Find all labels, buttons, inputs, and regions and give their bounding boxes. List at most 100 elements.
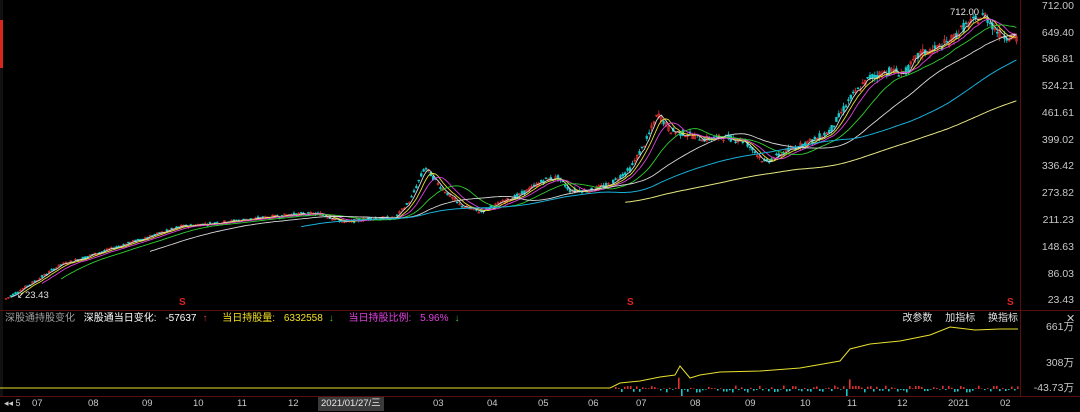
- candle-body: [835, 116, 838, 122]
- candle-body: [170, 227, 173, 230]
- holding-change-bar: [987, 388, 989, 389]
- time-axis[interactable]: ◂◂ 5 07 08 09 10 11 12 2021/01/27/三 03 0…: [0, 396, 1080, 412]
- holding-change-bar: [909, 386, 911, 389]
- candle-body: [945, 41, 949, 43]
- holding-change-bar: [633, 389, 635, 392]
- candle-body: [539, 180, 543, 183]
- holding-change-bar: [813, 387, 815, 389]
- price-tick: 336.42: [1041, 160, 1074, 172]
- holding-change-bar: [684, 389, 686, 390]
- candle-body: [1005, 38, 1009, 41]
- holding-change-bar: [999, 389, 1001, 392]
- holding-change-bar: [762, 389, 764, 391]
- candle-body: [823, 132, 826, 136]
- holding-change-bar: [882, 389, 884, 391]
- candle-body: [614, 178, 617, 180]
- candle-body: [933, 45, 937, 49]
- period-low-label: ↙23.43: [17, 290, 49, 301]
- holding-change-bar: [978, 385, 980, 389]
- candle-body: [662, 120, 665, 125]
- candle-body: [827, 130, 831, 134]
- holding-amount-value: 6332558: [283, 313, 323, 324]
- holding-change-bar: [651, 386, 653, 389]
- holding-change-bar: [792, 386, 794, 389]
- holding-change-bar: [795, 386, 797, 389]
- candle-body: [136, 238, 140, 241]
- candle-body: [849, 94, 853, 99]
- candle-body: [837, 113, 841, 118]
- candle-body: [460, 205, 464, 208]
- daily-change-value: -57637: [165, 313, 197, 324]
- holding-change-bar: [690, 387, 692, 389]
- candlestick-chart[interactable]: [0, 0, 1020, 310]
- holding-change-bar: [798, 389, 800, 391]
- arrow-up-icon: ↑: [202, 313, 208, 324]
- month-label: 12: [288, 398, 299, 409]
- candle-body: [50, 269, 53, 271]
- add-indicator-button[interactable]: 加指标: [945, 313, 975, 324]
- candle-body: [698, 139, 701, 141]
- holding-change-bar: [897, 389, 899, 392]
- holding-change-bar: [768, 389, 770, 392]
- holding-change-bar: [885, 385, 887, 389]
- candlestick-panel[interactable]: 712.00 ↙23.43 S S S 712.00 649.40 586.81…: [0, 0, 1080, 310]
- holding-change-bar: [912, 388, 914, 389]
- month-label: 08: [690, 398, 701, 409]
- switch-indicator-button[interactable]: 换指标: [988, 313, 1018, 324]
- price-tick: 148.63: [1041, 241, 1074, 253]
- holding-change-bar: [858, 386, 860, 389]
- holding-change-bar: [924, 389, 926, 392]
- price-tick: 524.21: [1041, 80, 1074, 92]
- holding-change-bar: [810, 389, 812, 392]
- candle-body: [995, 31, 999, 34]
- holding-change-bar: [663, 388, 665, 389]
- indicator-axis[interactable]: 661万 308万 -43.73万: [1020, 311, 1080, 397]
- holding-change-bar: [954, 389, 956, 392]
- holding-change-bar: [705, 389, 707, 390]
- price-tick: 273.82: [1041, 187, 1074, 199]
- candle-body: [813, 136, 817, 140]
- candle-body: [988, 22, 992, 24]
- event-marker-s[interactable]: S: [179, 297, 186, 308]
- event-marker-s[interactable]: S: [627, 297, 634, 308]
- price-axis[interactable]: 712.00 649.40 586.81 524.21 461.61 399.0…: [1020, 0, 1080, 310]
- edit-params-button[interactable]: 改参数: [902, 313, 932, 324]
- candle-body: [844, 105, 848, 108]
- indicator-panel[interactable]: 深股通持股变化 深股通当日变化: -57637 ↑ 当日持股量: 6332558 ↓…: [0, 310, 1080, 397]
- candle-body: [748, 146, 752, 149]
- holding-change-bar: [675, 387, 677, 389]
- candle-body: [856, 87, 860, 90]
- stock-chart-window: 712.00 ↙23.43 S S S 712.00 649.40 586.81…: [0, 0, 1080, 412]
- holding-change-bar: [990, 389, 992, 392]
- holding-change-bar: [678, 377, 680, 389]
- candle-body: [647, 132, 651, 134]
- month-label: 10: [800, 398, 811, 409]
- holding-change-bar: [819, 389, 821, 392]
- holding-change-bar: [1005, 389, 1007, 392]
- holding-change-bar: [1017, 386, 1019, 389]
- candle-body: [189, 224, 192, 226]
- price-tick: 211.23: [1042, 214, 1074, 226]
- holding-change-bar: [789, 389, 791, 392]
- holding-change-bar: [963, 387, 965, 389]
- holding-change-bar: [945, 389, 947, 390]
- holding-change-bar: [903, 389, 905, 391]
- candle-body: [734, 141, 737, 144]
- candle-body: [619, 175, 622, 179]
- candle-body: [981, 13, 985, 15]
- candle-body: [566, 187, 569, 190]
- price-tick: 399.02: [1041, 134, 1074, 146]
- candle-body: [868, 74, 872, 79]
- holding-change-bar: [801, 389, 803, 392]
- event-marker-s[interactable]: S: [1007, 297, 1014, 308]
- holding-change-bar: [948, 386, 950, 389]
- holding-change-bar: [744, 389, 746, 391]
- month-label: 12: [897, 398, 908, 409]
- indicator-name[interactable]: 深股通持股变化: [5, 313, 75, 324]
- candle-body: [645, 136, 649, 139]
- price-tick: 586.81: [1041, 53, 1074, 65]
- candle-body: [81, 256, 85, 260]
- candle-body: [815, 137, 819, 140]
- holding-change-bar: [966, 389, 968, 393]
- scroll-left-button[interactable]: ◂◂ 5: [4, 398, 21, 409]
